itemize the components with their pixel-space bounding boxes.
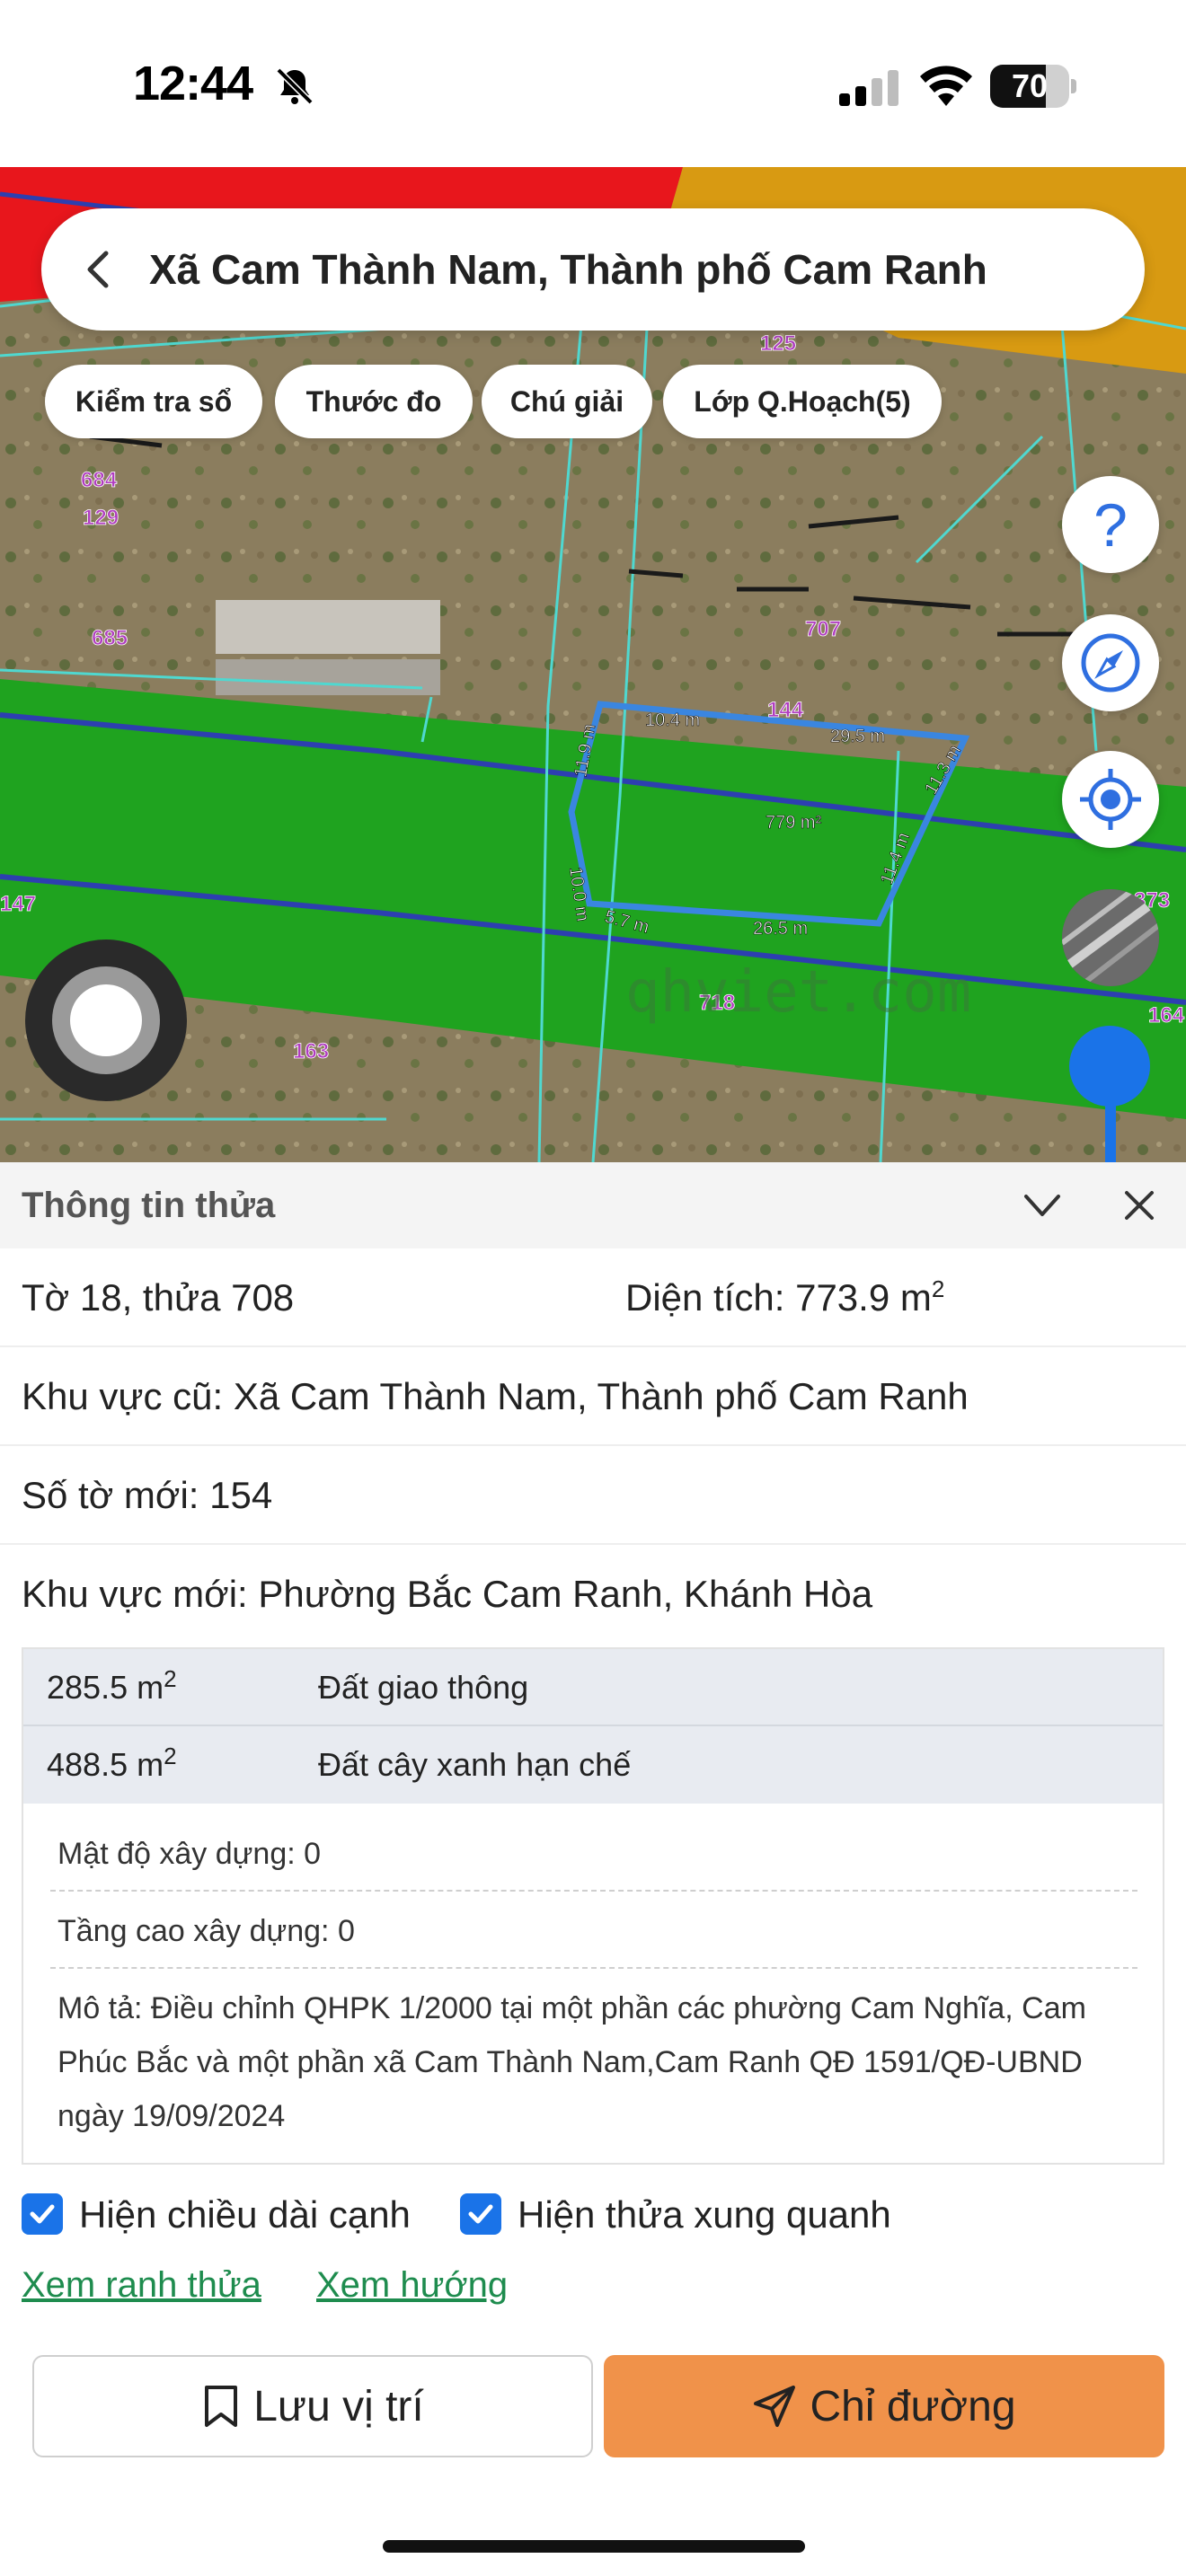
zone-type: Đất cây xanh hạn chế <box>318 1746 632 1783</box>
location-title[interactable]: Xã Cam Thành Nam, Thành phố Cam Ranh <box>149 208 987 331</box>
parcel-id-row: Tờ 18, thửa 708 Diện tích: 773.9 m2 <box>0 1248 1186 1347</box>
bell-slash-icon <box>276 67 314 105</box>
divider <box>50 1967 1137 1969</box>
opacity-slider-handle[interactable] <box>1069 1026 1150 1107</box>
description-line: Phúc Bắc và một phần xã Cam Thành Nam,Ca… <box>58 2045 1083 2079</box>
parcel-area: Diện tích: 773.9 m2 <box>625 1275 945 1319</box>
camera-button[interactable] <box>25 940 187 1101</box>
area-label: 779 m² <box>766 813 822 833</box>
parcel-number: 129 <box>83 506 119 530</box>
show-neighbors-checkbox[interactable] <box>460 2193 501 2235</box>
svg-text:?: ? <box>1093 492 1128 557</box>
parcel-number: 125 <box>760 331 796 356</box>
home-indicator[interactable] <box>383 2540 805 2553</box>
description-line: ngày 19/09/2024 <box>58 2099 286 2133</box>
compass-icon <box>1081 633 1140 693</box>
zone-type: Đất giao thông <box>318 1669 529 1706</box>
parcel-number: 685 <box>92 626 128 650</box>
parcel-number: 144 <box>767 698 804 722</box>
new-sheet-row: Số tờ mới: 154 <box>0 1446 1186 1545</box>
show-edge-length-label[interactable]: Hiện chiều dài cạnh <box>79 2188 411 2242</box>
close-icon[interactable] <box>1121 1187 1157 1223</box>
locate-button[interactable] <box>1062 751 1159 848</box>
directions-label: Chỉ đường <box>810 2382 1016 2430</box>
divider <box>50 1890 1137 1892</box>
old-area: Khu vực cũ: Xã Cam Thành Nam, Thành phố … <box>22 1375 969 1417</box>
edge-length-label: 10.4 m <box>645 710 700 730</box>
zone-area: 285.5 m2 <box>47 1665 177 1706</box>
zoning-table: 285.5 m2 Đất giao thông 488.5 m2 Đất cây… <box>22 1647 1164 2165</box>
status-time: 12:44 <box>133 57 253 110</box>
compass-button[interactable] <box>1062 614 1159 711</box>
zone-area: 488.5 m2 <box>47 1742 177 1783</box>
panel-header: Thông tin thửa <box>0 1162 1186 1248</box>
view-boundary-link[interactable]: Xem ranh thửa <box>22 2258 261 2312</box>
chip-lop-quy-hoach[interactable]: Lớp Q.Hoạch(5) <box>663 365 942 438</box>
new-area: Khu vực mới: Phường Bắc Cam Ranh, Khánh … <box>22 1573 873 1615</box>
bookmark-icon <box>205 2386 238 2427</box>
edge-length-label: 26.5 m <box>753 919 808 939</box>
help-icon: ? <box>1093 492 1128 557</box>
status-bar: 12:44 70 <box>0 0 1186 167</box>
building-height: Tầng cao xây dựng: 0 <box>58 1914 355 1948</box>
send-icon <box>754 2386 796 2427</box>
wifi-icon <box>920 66 972 106</box>
locate-icon <box>1080 769 1141 830</box>
new-sheet: Số tờ mới: 154 <box>22 1474 273 1516</box>
chip-kiem-tra-so[interactable]: Kiểm tra sổ <box>45 365 262 438</box>
zone-row[interactable]: 285.5 m2 Đất giao thông <box>23 1649 1163 1726</box>
back-icon[interactable] <box>75 244 126 295</box>
checkmark-icon <box>30 2204 55 2224</box>
parcel-number: 147 <box>0 892 36 916</box>
help-button[interactable]: ? <box>1062 476 1159 573</box>
save-location-button[interactable]: Lưu vị trí <box>32 2355 593 2457</box>
directions-button[interactable]: Chỉ đường <box>604 2355 1164 2457</box>
watermark: qhviet.com <box>625 959 971 1026</box>
show-neighbors-label[interactable]: Hiện thửa xung quanh <box>518 2188 891 2242</box>
old-area-row: Khu vực cũ: Xã Cam Thành Nam, Thành phố … <box>0 1347 1186 1446</box>
chevron-down-icon[interactable] <box>1021 1187 1064 1223</box>
show-edge-length-checkbox[interactable] <box>22 2193 63 2235</box>
parcel-number: 684 <box>81 468 118 492</box>
zone-row[interactable]: 488.5 m2 Đất cây xanh hạn chế <box>23 1726 1163 1804</box>
battery-icon: 70 <box>990 65 1076 108</box>
parcel-number: 164 <box>1148 1003 1185 1028</box>
chip-chu-giai[interactable]: Chú giải <box>482 365 652 438</box>
base-layer-thumbnail[interactable] <box>1062 889 1159 986</box>
view-direction-link[interactable]: Xem hướng <box>316 2258 508 2312</box>
opacity-slider-track[interactable] <box>1105 1098 1116 1162</box>
search-bar[interactable]: Xã Cam Thành Nam, Thành phố Cam Ranh <box>41 208 1145 331</box>
sheet-parcel: Tờ 18, thửa 708 <box>22 1276 295 1319</box>
battery-percent: 70 <box>1011 67 1049 104</box>
panel-title: Thông tin thửa <box>22 1186 276 1225</box>
save-location-label: Lưu vị trí <box>253 2382 424 2430</box>
parcel-number: 163 <box>293 1039 329 1063</box>
signal-icon <box>839 70 898 106</box>
edge-length-label: 29.5 m <box>830 727 885 746</box>
satellite-layer-icon <box>1062 889 1159 986</box>
new-area-row: Khu vực mới: Phường Bắc Cam Ranh, Khánh … <box>0 1545 1186 1644</box>
chip-thuoc-do[interactable]: Thước đo <box>275 365 473 438</box>
parcel-number: 707 <box>805 617 841 641</box>
checkmark-icon <box>468 2204 493 2224</box>
building-density: Mật độ xây dựng: 0 <box>58 1837 322 1871</box>
description-line: Mô tả: Điều chỉnh QHPK 1/2000 tại một ph… <box>58 1991 1086 2025</box>
